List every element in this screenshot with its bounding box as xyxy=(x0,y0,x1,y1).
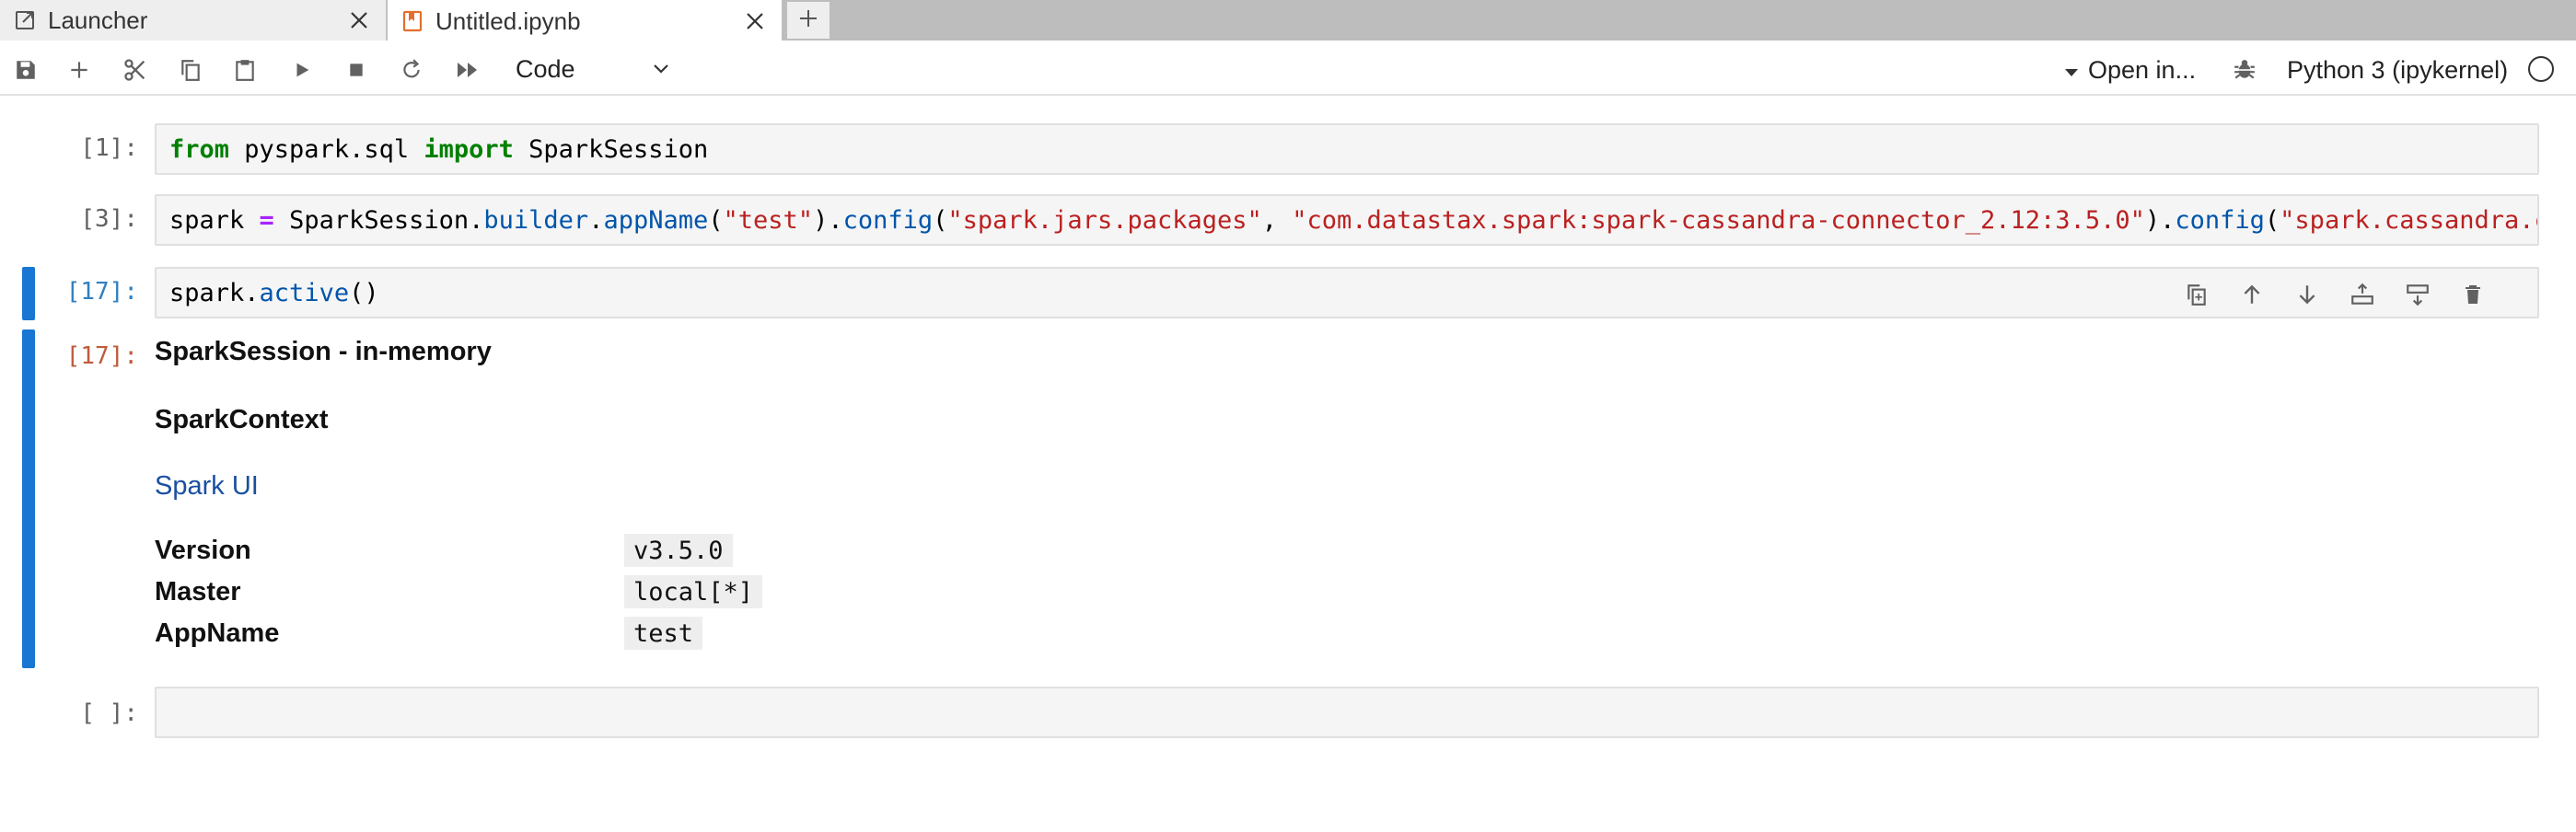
info-value-appname: test xyxy=(624,617,703,650)
new-tab-button[interactable] xyxy=(787,2,830,39)
info-value-version: v3.5.0 xyxy=(624,534,733,567)
close-icon[interactable] xyxy=(345,6,373,34)
code-token: ( xyxy=(708,205,724,235)
code-token: appName xyxy=(603,205,709,235)
run-icon[interactable] xyxy=(284,52,320,88)
cell-type-select[interactable]: Code xyxy=(516,50,672,88)
cell-type-value: Code xyxy=(516,54,575,83)
open-in-button[interactable]: Open in... xyxy=(2064,52,2196,88)
code-token: = xyxy=(259,205,274,235)
move-up-icon[interactable] xyxy=(2224,276,2280,313)
open-in-label: Open in... xyxy=(2088,55,2197,84)
kernel-status-icon xyxy=(2528,56,2554,82)
code-token: ( xyxy=(933,205,948,235)
tab-bar: Launcher Untitled.ipynb xyxy=(0,0,2576,42)
input-prompt: [1]: xyxy=(80,134,138,162)
code-token: ). xyxy=(813,205,843,235)
code-token: , xyxy=(1261,205,1293,235)
info-key-master: Master xyxy=(155,577,241,607)
output-subtitle: SparkContext xyxy=(155,405,329,434)
code-token: config xyxy=(842,205,934,235)
code-token: "spark.cassandra.connect xyxy=(2280,205,2537,235)
output-title: SparkSession - in-memory xyxy=(155,337,492,366)
kernel-name[interactable]: Python 3 (ipykernel) xyxy=(2287,52,2508,88)
code-token: "spark.jars.packages" xyxy=(947,205,1262,235)
input-prompt: [17]: xyxy=(65,278,138,306)
code-token: "com.datastax.spark:spark-cassandra-conn… xyxy=(1292,205,2145,235)
code-cell-input[interactable]: spark = SparkSession. builder. appName("te… xyxy=(155,194,2539,246)
code-token: . xyxy=(588,205,604,235)
code-token: SparkSession xyxy=(513,134,709,164)
code-token: pyspark.sql xyxy=(229,134,424,164)
duplicate-cell-icon[interactable] xyxy=(2169,276,2224,313)
tab-launcher[interactable]: Launcher xyxy=(0,0,387,40)
code-token: SparkSession. xyxy=(273,205,484,235)
launcher-icon xyxy=(13,8,37,32)
stop-icon[interactable] xyxy=(338,52,375,88)
tab-label: Untitled.ipynb xyxy=(435,6,581,35)
code-cell-input-active[interactable]: spark. active() xyxy=(155,267,2539,318)
tab-untitled-ipynb[interactable]: Untitled.ipynb xyxy=(388,0,782,42)
spark-ui-link[interactable]: Spark UI xyxy=(155,471,259,502)
code-token: active xyxy=(259,278,350,307)
chevron-down-icon xyxy=(650,58,672,87)
input-prompt: [3]: xyxy=(80,205,138,233)
insert-above-icon[interactable] xyxy=(2335,276,2390,313)
debugger-bug-icon[interactable] xyxy=(2226,52,2263,88)
notebook-icon xyxy=(400,9,424,33)
insert-below-icon[interactable] xyxy=(2390,276,2445,313)
fast-forward-icon[interactable] xyxy=(449,52,486,88)
code-cell-input-empty[interactable] xyxy=(155,687,2539,738)
code-token: from xyxy=(169,134,230,164)
code-token: "test" xyxy=(723,205,814,235)
copy-icon[interactable] xyxy=(172,52,209,88)
info-value-master: local[*] xyxy=(624,575,763,608)
code-token: () xyxy=(349,278,379,307)
cell-toolbar xyxy=(2169,276,2501,313)
input-prompt: [ ]: xyxy=(80,699,138,727)
add-cell-icon[interactable] xyxy=(61,52,98,88)
code-token: config xyxy=(2175,205,2265,235)
save-icon[interactable] xyxy=(7,52,44,88)
info-key-version: Version xyxy=(155,536,251,565)
close-icon[interactable] xyxy=(741,7,769,35)
cut-icon[interactable] xyxy=(117,52,154,88)
code-token: import xyxy=(424,134,514,164)
code-token: spark xyxy=(169,205,260,235)
code-token: spark. xyxy=(169,278,260,307)
code-token: builder xyxy=(483,205,589,235)
code-token: ). xyxy=(2144,205,2176,235)
output-prompt: [17]: xyxy=(65,342,138,370)
restart-icon[interactable] xyxy=(393,52,430,88)
plus-icon xyxy=(797,7,819,34)
move-down-icon[interactable] xyxy=(2280,276,2335,313)
caret-down-icon xyxy=(2064,56,2079,85)
paste-icon[interactable] xyxy=(226,52,263,88)
tab-label: Launcher xyxy=(48,6,148,34)
code-cell-input[interactable]: from pyspark.sql import SparkSession xyxy=(155,123,2539,175)
output-collapser[interactable] xyxy=(22,329,35,668)
code-token: ( xyxy=(2264,205,2280,235)
delete-cell-icon[interactable] xyxy=(2445,276,2501,313)
info-key-appname: AppName xyxy=(155,618,280,648)
notebook-toolbar: Code Open in... Python 3 (ipykernel) xyxy=(0,42,2576,96)
